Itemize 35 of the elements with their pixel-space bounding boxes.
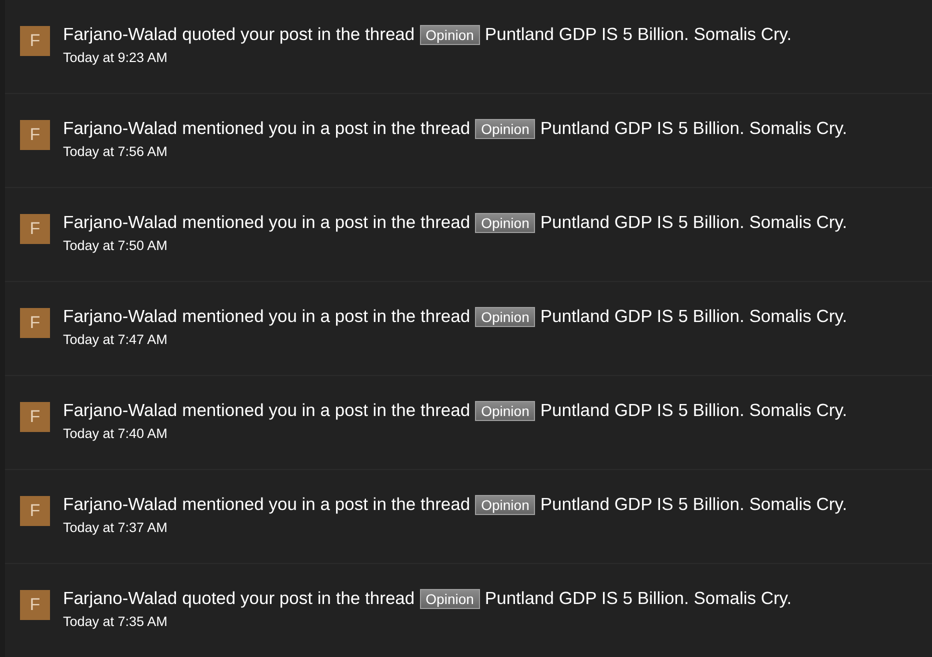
user-link[interactable]: Farjano-Walad	[63, 494, 178, 515]
notification-text: mentioned you in a post in the thread	[182, 494, 470, 515]
timestamp: Today at 7:56 AM	[63, 144, 168, 159]
thread-link[interactable]: Puntland GDP IS 5 Billion. Somalis Cry.	[540, 212, 848, 233]
timestamp: Today at 7:47 AM	[63, 332, 168, 347]
timestamp: Today at 7:40 AM	[63, 426, 168, 441]
user-link[interactable]: Farjano-Walad	[63, 212, 178, 233]
prefix-tag: Opinion	[420, 24, 480, 44]
notification-text: mentioned you in a post in the thread	[182, 212, 470, 233]
user-link[interactable]: Farjano-Walad	[63, 306, 178, 327]
prefix-tag: Opinion	[475, 400, 536, 420]
timestamp: Today at 9:23 AM	[63, 50, 168, 65]
user-link[interactable]: Farjano-Walad	[63, 24, 178, 45]
thread-link[interactable]: Puntland GDP IS 5 Billion. Somalis Cry.	[540, 118, 848, 139]
user-link[interactable]: Farjano-Walad	[63, 400, 178, 421]
notification-text: mentioned you in a post in the thread	[182, 306, 470, 327]
notification-text: mentioned you in a post in the thread	[182, 400, 470, 421]
thread-link[interactable]: Puntland GDP IS 5 Billion. Somalis Cry.	[540, 306, 848, 327]
thread-link[interactable]: Puntland GDP IS 5 Billion. Somalis Cry.	[484, 588, 792, 609]
notification-text: quoted your post in the thread	[182, 24, 415, 45]
thread-link[interactable]: Puntland GDP IS 5 Billion. Somalis Cry.	[540, 400, 848, 421]
timestamp: Today at 7:50 AM	[63, 238, 168, 253]
thread-link[interactable]: Puntland GDP IS 5 Billion. Somalis Cry.	[540, 494, 848, 515]
timestamp: Today at 7:37 AM	[63, 520, 168, 535]
user-link[interactable]: Farjano-Walad	[63, 118, 178, 139]
prefix-tag: Opinion	[475, 118, 536, 138]
prefix-tag: Opinion	[420, 588, 480, 608]
notification-text: mentioned you in a post in the thread	[182, 118, 470, 139]
prefix-tag: Opinion	[475, 212, 536, 232]
timestamp: Today at 7:35 AM	[63, 614, 168, 629]
notification-text: quoted your post in the thread	[182, 588, 415, 609]
prefix-tag: Opinion	[475, 494, 536, 514]
prefix-tag: Opinion	[475, 306, 536, 326]
user-link[interactable]: Farjano-Walad	[63, 588, 178, 609]
thread-link[interactable]: Puntland GDP IS 5 Billion. Somalis Cry.	[484, 24, 792, 45]
